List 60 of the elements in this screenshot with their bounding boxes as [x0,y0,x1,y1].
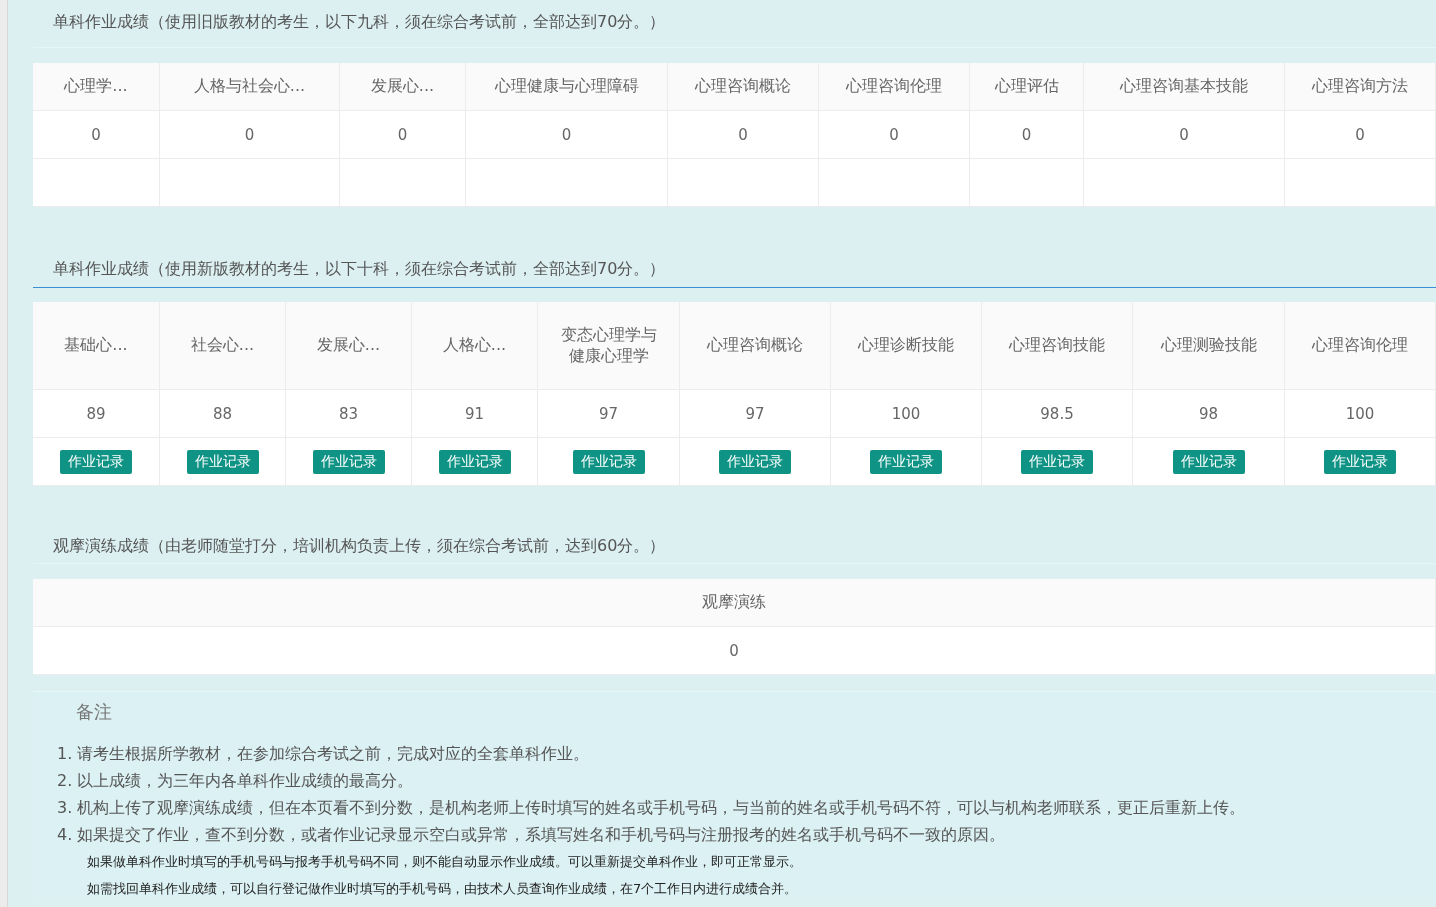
note-item: 4. 如果提交了作业，查不到分数，或者作业记录显示空白或异常，系填写姓名和手机号码与注册报考的姓名或手机号码不一致的原因。 [57,824,1007,846]
score-cell: 97 [538,390,680,438]
homework-record-button[interactable]: 作业记录 [1021,449,1093,474]
score-cell: 0 [160,111,340,159]
homework-record-button[interactable]: 作业记录 [186,449,259,474]
score-cell: 88 [160,390,286,438]
column-header: 心理咨询基本技能 [1084,63,1285,111]
column-header: 人格与社会心... [160,63,340,111]
score-cell: 0 [466,111,668,159]
score-cell: 83 [286,390,412,438]
score-cell: 89 [33,390,160,438]
score-cell: 0 [340,111,466,159]
note-item: 2. 以上成绩，为三年内各单科作业成绩的最高分。 [57,770,415,792]
note-item: 3. 机构上传了观摩演练成绩，但在本页看不到分数，是机构老师上传时填写的姓名或手机号码，与当前的姓名或手机号码不符，可以与机构老师联系，更正后重新上传。 [57,797,1247,819]
column-header: 心理咨询伦理 [819,63,970,111]
column-header: 发展心... [340,63,466,111]
column-header: 心理咨询概论 [680,302,831,390]
column-header: 心理咨询概论 [668,63,819,111]
column-header: 心理健康与心理障碍 [466,63,668,111]
column-header: 心理评估 [970,63,1084,111]
column-header: 发展心... [286,302,412,390]
notes-title: 备注 [75,700,113,724]
score-cell: 0 [668,111,819,159]
homework-record-button[interactable]: 作业记录 [60,449,132,474]
score-cell: 0 [33,111,160,159]
column-header: 变态心理学与健康心理学 [538,302,680,390]
column-header: 心理学... [33,63,160,111]
column-header: 心理咨询方法 [1285,63,1436,111]
score-cell: 91 [412,390,538,438]
note-detail: 如果做单科作业时填写的手机号码与报考手机号码不同，则不能自动显示作业成绩。可以重新提交单科作业，即可正常显示。 [86,853,803,871]
section-title: 观摩演练成绩（由老师随堂打分，培训机构负责上传，须在综合考试前，达到60分。） [33,526,1436,564]
score-cell: 0 [819,111,970,159]
column-header: 心理测验技能 [1133,302,1285,390]
homework-record-button[interactable]: 作业记录 [438,449,511,474]
note-detail: 如需找回单科作业成绩，可以自行登记做作业时填写的手机号码，由技术人员查询作业成绩，在7个工作日内进行成绩合并。 [86,880,799,898]
score-cell: 100 [831,390,982,438]
score-cell: 0 [33,627,1436,675]
homework-record-button[interactable]: 作业记录 [870,449,942,474]
score-cell: 0 [970,111,1084,159]
score-cell: 98 [1133,390,1285,438]
homework-record-button[interactable]: 作业记录 [1172,449,1245,474]
score-cell: 98.5 [982,390,1133,438]
column-header: 心理诊断技能 [831,302,982,390]
homework-record-button[interactable]: 作业记录 [1324,449,1396,474]
column-header: 基础心... [33,302,160,390]
homework-record-button[interactable]: 作业记录 [312,449,385,474]
homework-record-button[interactable]: 作业记录 [572,449,645,474]
column-header: 观摩演练 [33,579,1436,627]
column-header: 心理咨询技能 [982,302,1133,390]
column-header: 社会心... [160,302,286,390]
section-title: 单科作业成绩（使用新版教材的考生，以下十科，须在综合考试前，全部达到70分。） [33,247,1436,288]
score-cell: 97 [680,390,831,438]
note-item: 1. 请考生根据所学教材，在参加综合考试之前，完成对应的全套单科作业。 [57,743,591,765]
column-header: 心理咨询伦理 [1285,302,1436,390]
section-title: 单科作业成绩（使用旧版教材的考生，以下九科，须在综合考试前，全部达到70分。） [33,0,1436,48]
score-cell: 0 [1084,111,1285,159]
score-cell: 100 [1285,390,1436,438]
score-cell: 0 [1285,111,1436,159]
homework-record-button[interactable]: 作业记录 [719,449,791,474]
column-header: 人格心... [412,302,538,390]
